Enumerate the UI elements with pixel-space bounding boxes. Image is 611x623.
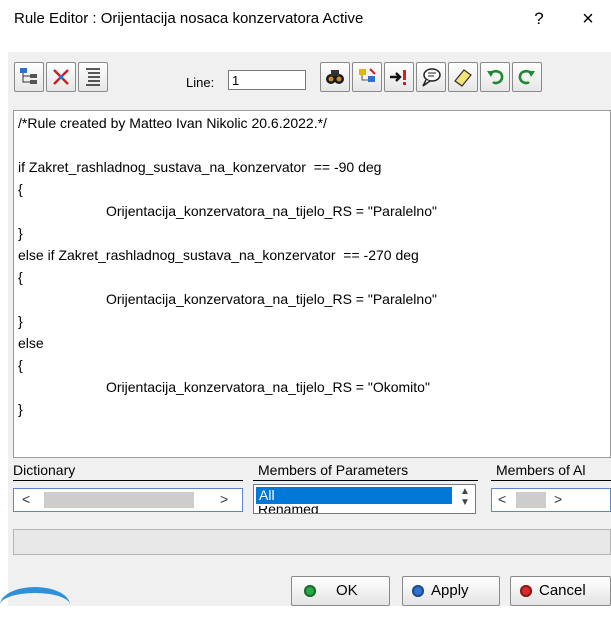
- members-of-parameters-header: Members of Parameters: [258, 462, 409, 478]
- apply-status-icon: [412, 585, 424, 597]
- help-button[interactable]: ?: [527, 6, 551, 32]
- ok-label: OK: [336, 582, 358, 599]
- ok-status-icon: [304, 585, 316, 597]
- title-bar: Rule Editor : Orijentacija nosaca konzer…: [0, 0, 611, 40]
- comment-button[interactable]: [416, 62, 446, 92]
- members-all-scrollbar[interactable]: < >: [491, 488, 611, 512]
- rule-code-editor[interactable]: /*Rule created by Matteo Ivan Nikolic 20…: [13, 110, 611, 458]
- code-line: Orijentacija_konzervatora_na_tijelo_RS =…: [106, 379, 430, 395]
- cancel-status-icon: [520, 585, 532, 597]
- code-line: }: [18, 401, 23, 417]
- scroll-left-icon[interactable]: <: [498, 491, 506, 507]
- scroll-right-icon[interactable]: >: [220, 491, 228, 507]
- window-title: Rule Editor : Orijentacija nosaca konzer…: [14, 10, 364, 27]
- undo-button[interactable]: [480, 62, 510, 92]
- scroll-thumb[interactable]: [44, 492, 194, 508]
- code-line: {: [18, 181, 23, 197]
- filter-button[interactable]: [46, 62, 76, 92]
- status-bar: [13, 529, 611, 555]
- redo-button[interactable]: [512, 62, 542, 92]
- rule-editor-panel: Line: /*Rule created: [0, 52, 611, 606]
- code-line: /*Rule created by Matteo Ivan Nikolic 20…: [18, 115, 327, 131]
- code-line: }: [18, 313, 23, 329]
- code-line: else if Zakret_rashladnog_sustava_na_kon…: [18, 247, 419, 263]
- erase-button[interactable]: [448, 62, 478, 92]
- apply-button[interactable]: Apply: [402, 576, 500, 606]
- tree-button[interactable]: [14, 62, 44, 92]
- browse-button[interactable]: [352, 62, 382, 92]
- list-item[interactable]: Renamed: [258, 506, 348, 513]
- dictionary-header: Dictionary: [13, 462, 76, 478]
- cancel-label: Cancel: [539, 582, 586, 599]
- list-item-selected[interactable]: All: [256, 487, 452, 504]
- scroll-thumb[interactable]: [516, 492, 546, 508]
- close-button[interactable]: ×: [575, 6, 601, 32]
- code-line: Orijentacija_konzervatora_na_tijelo_RS =…: [106, 203, 437, 219]
- members-of-all-header: Members of Al: [496, 462, 586, 478]
- scroll-left-icon[interactable]: <: [22, 491, 30, 507]
- ok-button[interactable]: OK: [291, 576, 390, 606]
- code-line: if Zakret_rashladnog_sustava_na_konzerva…: [18, 159, 382, 175]
- line-label: Line:: [186, 75, 215, 90]
- code-line: {: [18, 269, 23, 285]
- code-line: Orijentacija_konzervatora_na_tijelo_RS =…: [106, 291, 437, 307]
- members-params-underline: [253, 480, 478, 481]
- code-line: }: [18, 225, 23, 241]
- apply-label: Apply: [431, 582, 469, 599]
- text-align-button[interactable]: [78, 62, 108, 92]
- code-line: else: [18, 335, 44, 351]
- decorative-arc: [0, 587, 70, 623]
- dictionary-scrollbar[interactable]: < >: [13, 488, 243, 512]
- cancel-button[interactable]: Cancel: [510, 576, 611, 606]
- line-input[interactable]: [228, 70, 306, 90]
- list-spin-icon[interactable]: ▲ ▼: [456, 486, 474, 512]
- code-line: {: [18, 357, 23, 373]
- find-button[interactable]: [320, 62, 350, 92]
- scroll-right-icon[interactable]: >: [554, 491, 562, 507]
- dictionary-underline: [13, 480, 243, 481]
- members-of-parameters-list[interactable]: All Renamed ▲ ▼: [253, 484, 476, 514]
- goto-error-button[interactable]: [384, 62, 414, 92]
- members-all-underline: [491, 480, 611, 481]
